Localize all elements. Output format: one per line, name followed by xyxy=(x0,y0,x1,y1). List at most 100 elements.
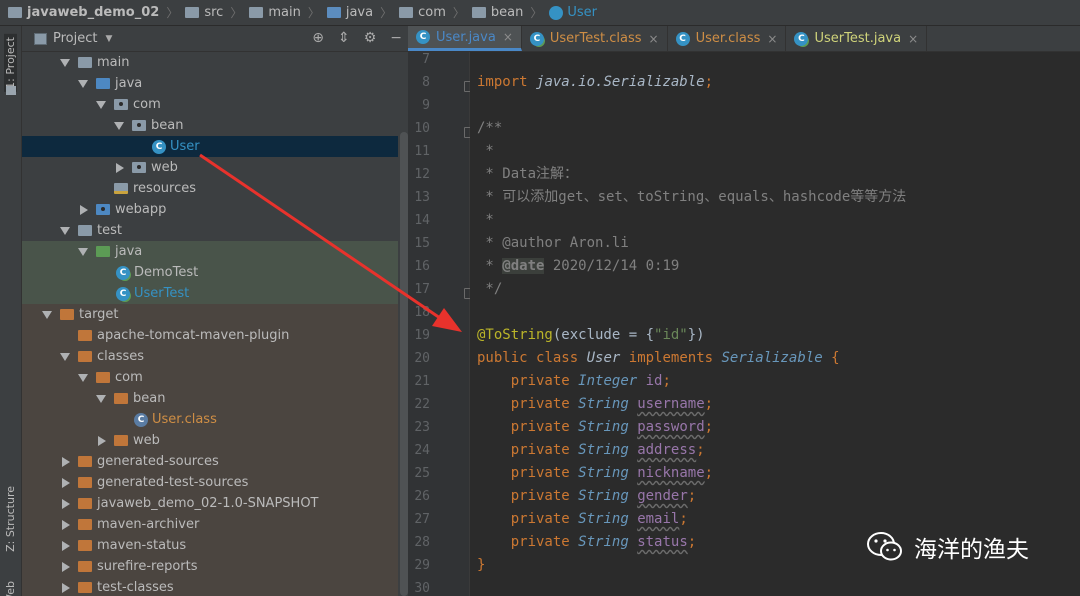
tree-item[interactable]: apache-tomcat-maven-plugin xyxy=(22,325,398,346)
tree-item[interactable]: bean xyxy=(22,388,398,409)
folder-icon xyxy=(8,7,22,18)
expand-arrow-icon[interactable] xyxy=(60,226,70,235)
tree-item[interactable]: com xyxy=(22,367,398,388)
collapse-arrow-icon[interactable] xyxy=(62,582,70,593)
expand-arrow-icon[interactable] xyxy=(96,394,106,403)
collapse-arrow-icon[interactable] xyxy=(62,561,70,572)
caret-down-icon[interactable]: ▼ xyxy=(105,34,112,44)
tree-item[interactable]: generated-sources xyxy=(22,451,398,472)
collapse-arrow-icon[interactable] xyxy=(62,540,70,551)
tree-item[interactable]: main xyxy=(22,52,398,73)
breadcrumb-label: java xyxy=(345,5,374,20)
code-line: * xyxy=(477,212,494,228)
collapse-arrow-icon[interactable] xyxy=(80,204,88,215)
tree-item[interactable]: javaweb_demo_02-1.0-SNAPSHOT xyxy=(22,493,398,514)
line-number: 13 xyxy=(414,190,430,205)
tree-item[interactable]: C DemoTest xyxy=(22,262,398,283)
code-line: import java.io.Serializable; xyxy=(477,74,714,90)
tree-item[interactable]: target xyxy=(22,304,398,325)
editor-tabs: C User.java × C UserTest.class × C User.… xyxy=(408,26,1080,52)
tree-item[interactable]: resources xyxy=(22,178,398,199)
tree-item-label: surefire-reports xyxy=(97,559,198,574)
line-number: 14 xyxy=(414,213,430,228)
collapse-arrow-icon[interactable] xyxy=(98,435,106,446)
collapse-arrow-icon[interactable] xyxy=(116,162,124,173)
tree-item-label: UserTest xyxy=(134,286,190,301)
minimize-icon[interactable]: − xyxy=(390,30,402,46)
tree-item-label: classes xyxy=(97,349,145,364)
expand-arrow-icon[interactable] xyxy=(78,247,88,256)
tree-item[interactable]: java xyxy=(22,73,398,94)
close-icon[interactable]: × xyxy=(649,32,659,46)
collapse-icon[interactable]: ⇕ xyxy=(338,30,350,46)
tree-item[interactable]: surefire-reports xyxy=(22,556,398,577)
tree-item[interactable]: C User.class xyxy=(22,409,398,430)
collapse-arrow-icon[interactable] xyxy=(62,498,70,509)
tree-item[interactable]: classes xyxy=(22,346,398,367)
collapse-arrow-icon[interactable] xyxy=(62,477,70,488)
source-folder-icon xyxy=(96,78,110,89)
excluded-folder-icon xyxy=(78,519,92,530)
web-tool-button[interactable]: Web xyxy=(4,581,17,596)
folder-icon xyxy=(185,7,200,18)
project-tool-button[interactable]: 1: Project xyxy=(4,34,17,92)
code-line: private String username; xyxy=(510,396,714,412)
chevron-right-icon: 〉 xyxy=(230,6,243,20)
line-number: 22 xyxy=(414,397,430,412)
breadcrumb-com[interactable]: com xyxy=(399,5,446,20)
tree-item[interactable]: com xyxy=(22,94,398,115)
resources-folder-icon xyxy=(114,183,128,194)
breadcrumb-bean[interactable]: bean xyxy=(471,5,523,20)
tree-item[interactable]: maven-status xyxy=(22,535,398,556)
close-icon[interactable]: × xyxy=(503,30,513,44)
class-icon xyxy=(549,5,564,20)
expand-arrow-icon[interactable] xyxy=(78,373,88,382)
tree-item[interactable]: web xyxy=(22,430,398,451)
breadcrumb-user[interactable]: User xyxy=(549,5,597,20)
tree-item[interactable]: web xyxy=(22,157,398,178)
tree-item[interactable]: java xyxy=(22,241,398,262)
tree-item[interactable]: maven-archiver xyxy=(22,514,398,535)
code-editor[interactable]: import java.io.Serializable; /** * * Dat… xyxy=(470,52,1080,596)
expand-arrow-icon[interactable] xyxy=(42,310,52,319)
tab-usertest-class[interactable]: C UserTest.class × xyxy=(522,26,668,51)
tab-user-java[interactable]: C User.java × xyxy=(408,26,522,51)
collapse-arrow-icon[interactable] xyxy=(62,519,70,530)
gear-icon[interactable]: ⚙ xyxy=(364,30,377,46)
tree-item-label: java xyxy=(115,76,143,91)
tree-item[interactable]: test-classes xyxy=(22,577,398,596)
tree-item-selected[interactable]: C User xyxy=(22,136,398,157)
tab-user-class[interactable]: C User.class × xyxy=(668,26,787,51)
expand-arrow-icon[interactable] xyxy=(60,352,70,361)
structure-tool-button[interactable]: Z: Structure xyxy=(4,486,17,552)
tree-item[interactable]: C UserTest xyxy=(22,283,398,304)
expand-arrow-icon[interactable] xyxy=(114,121,124,130)
expand-arrow-icon[interactable] xyxy=(60,58,70,67)
breadcrumb-main[interactable]: main xyxy=(249,5,301,20)
line-number: 18 xyxy=(414,305,430,320)
line-number: 16 xyxy=(414,259,430,274)
tab-usertest-java[interactable]: C UserTest.java × xyxy=(786,26,928,51)
panel-title[interactable]: Project xyxy=(53,31,97,46)
breadcrumb-src[interactable]: src xyxy=(185,5,223,20)
tree-item[interactable]: test xyxy=(22,220,398,241)
chevron-right-icon: 〉 xyxy=(530,6,543,20)
tree-item[interactable]: bean xyxy=(22,115,398,136)
tree-item-label: bean xyxy=(151,118,184,133)
code-line: * 可以添加get、set、toString、equals、hashcode等等… xyxy=(477,189,907,205)
code-line: * @author Aron.li xyxy=(477,235,629,251)
tree-item-label: generated-sources xyxy=(97,454,219,469)
breadcrumb-project[interactable]: javaweb_demo_02 xyxy=(8,5,159,20)
crosshair-icon[interactable]: ⊕ xyxy=(312,30,324,46)
close-icon[interactable]: × xyxy=(767,32,777,46)
close-icon[interactable]: × xyxy=(908,32,918,46)
class-file-icon: C xyxy=(134,412,148,427)
excluded-folder-icon xyxy=(78,561,92,572)
breadcrumb-java[interactable]: java xyxy=(326,5,374,20)
tree-item[interactable]: webapp xyxy=(22,199,398,220)
expand-arrow-icon[interactable] xyxy=(78,79,88,88)
tree-scrollbar[interactable] xyxy=(400,132,408,596)
expand-arrow-icon[interactable] xyxy=(96,100,106,109)
collapse-arrow-icon[interactable] xyxy=(62,456,70,467)
tree-item[interactable]: generated-test-sources xyxy=(22,472,398,493)
